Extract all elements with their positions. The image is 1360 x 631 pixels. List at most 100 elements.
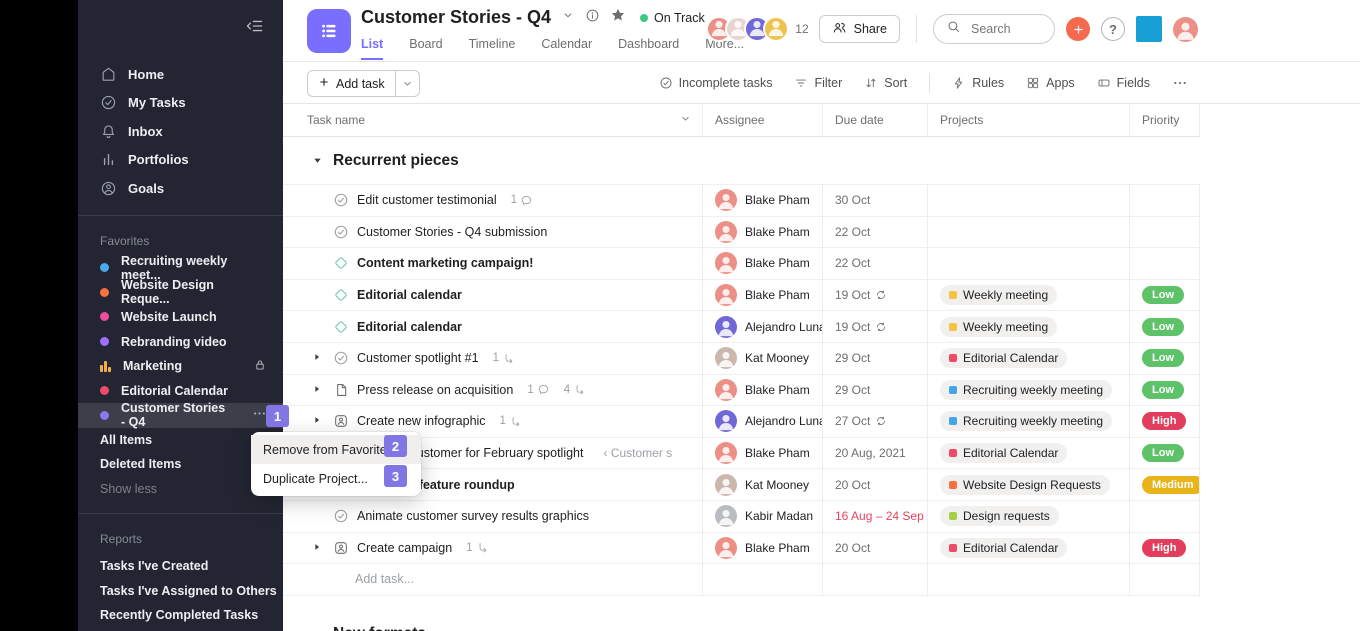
task-name[interactable]: Customer spotlight #1 bbox=[357, 351, 479, 365]
project-pill[interactable]: Editorial Calendar bbox=[940, 538, 1067, 558]
project-cell[interactable]: Weekly meeting bbox=[928, 311, 1130, 342]
toolbar-apps[interactable]: Apps bbox=[1026, 76, 1075, 90]
task-name[interactable]: Editorial calendar bbox=[357, 288, 462, 302]
project-pill[interactable]: Weekly meeting bbox=[940, 317, 1057, 337]
favorite-item-website-launch[interactable]: Website Launch bbox=[78, 305, 283, 330]
assignee-cell[interactable]: Alejandro Luna bbox=[703, 406, 823, 437]
add-task-inline[interactable]: Add task... bbox=[283, 564, 703, 595]
due-date-cell[interactable]: 19 Oct bbox=[823, 311, 928, 342]
expand-subtasks-button[interactable] bbox=[312, 381, 322, 399]
project-cell[interactable]: Design requests bbox=[928, 501, 1130, 532]
toolbar-rules[interactable]: Rules bbox=[952, 76, 1004, 90]
sidebar-item-inbox[interactable]: Inbox bbox=[78, 117, 283, 146]
project-cell[interactable]: Editorial Calendar bbox=[928, 343, 1130, 374]
task-name[interactable]: Edit customer testimonial bbox=[357, 193, 497, 207]
table-row[interactable]: Customer spotlight #11 Kat Mooney 29 Oct… bbox=[283, 343, 1200, 375]
assignee-cell[interactable]: Blake Pham bbox=[703, 375, 823, 406]
table-row[interactable]: Edit customer testimonial1 Blake Pham 30… bbox=[283, 185, 1200, 217]
section-header-new-formats[interactable]: New formats bbox=[283, 610, 1200, 631]
column-header-projects[interactable]: Projects bbox=[928, 104, 1130, 136]
task-type-icon[interactable] bbox=[333, 224, 349, 240]
project-pill[interactable]: Recruiting weekly meeting bbox=[940, 411, 1112, 431]
favorite-star-icon[interactable] bbox=[610, 7, 626, 28]
search-input[interactable] bbox=[969, 21, 1039, 37]
task-type-icon[interactable] bbox=[333, 255, 349, 271]
project-cell[interactable]: Recruiting weekly meeting bbox=[928, 375, 1130, 406]
due-date-cell[interactable]: 20 Oct bbox=[823, 469, 928, 500]
task-type-icon[interactable] bbox=[333, 192, 349, 208]
favorite-item-editorial-calendar[interactable]: Editorial Calendar bbox=[78, 378, 283, 403]
priority-cell[interactable]: Low bbox=[1130, 375, 1200, 406]
priority-cell[interactable]: Low bbox=[1130, 438, 1200, 469]
priority-cell[interactable]: High bbox=[1130, 533, 1200, 564]
assignee-cell[interactable]: Kat Mooney bbox=[703, 343, 823, 374]
project-pill[interactable]: Recruiting weekly meeting bbox=[940, 380, 1112, 400]
tab-list[interactable]: List bbox=[361, 37, 383, 60]
toolbar-fields[interactable]: Fields bbox=[1097, 76, 1150, 90]
sidebar-item-goals[interactable]: Goals bbox=[78, 174, 283, 203]
due-date-cell[interactable]: 20 Oct bbox=[823, 533, 928, 564]
assignee-cell[interactable]: Blake Pham bbox=[703, 280, 823, 311]
expand-subtasks-button[interactable] bbox=[312, 349, 322, 367]
project-pill[interactable]: Design requests bbox=[940, 506, 1059, 526]
chevron-down-icon[interactable] bbox=[679, 112, 692, 128]
create-button[interactable] bbox=[1066, 17, 1090, 41]
sidebar-item-my-tasks[interactable]: My Tasks bbox=[78, 89, 283, 118]
task-type-icon[interactable] bbox=[333, 350, 349, 366]
tab-board[interactable]: Board bbox=[409, 37, 442, 60]
favorite-item-website-design-reque[interactable]: Website Design Reque... bbox=[78, 280, 283, 305]
add-task-dropdown[interactable] bbox=[395, 71, 419, 96]
project-pill[interactable]: Website Design Requests bbox=[940, 475, 1110, 495]
table-row[interactable]: Editorial calendar Alejandro Luna 19 Oct… bbox=[283, 311, 1200, 343]
favorite-item-customer-stories-q4[interactable]: Customer Stories - Q4 bbox=[78, 403, 283, 428]
priority-cell[interactable]: Medium bbox=[1130, 469, 1200, 500]
table-row[interactable]: Customer Stories - Q4 submission Blake P… bbox=[283, 217, 1200, 249]
assignee-cell[interactable]: Kat Mooney bbox=[703, 469, 823, 500]
column-header-due-date[interactable]: Due date bbox=[823, 104, 928, 136]
project-cell[interactable]: Editorial Calendar bbox=[928, 438, 1130, 469]
column-header-priority[interactable]: Priority bbox=[1130, 104, 1200, 136]
column-header-task-name[interactable]: Task name bbox=[283, 104, 703, 136]
assignee-cell[interactable]: Blake Pham bbox=[703, 533, 823, 564]
report-item-recently-completed-tasks[interactable]: Recently Completed Tasks bbox=[78, 603, 283, 628]
share-button[interactable]: Share bbox=[819, 15, 900, 43]
project-pill[interactable]: Weekly meeting bbox=[940, 285, 1057, 305]
assignee-cell[interactable]: Blake Pham bbox=[703, 438, 823, 469]
task-name[interactable]: Create campaign bbox=[357, 541, 452, 555]
due-date-cell[interactable]: 16 Aug – 24 Sep bbox=[823, 501, 928, 532]
task-name[interactable]: Editorial calendar bbox=[357, 320, 462, 334]
expand-subtasks-button[interactable] bbox=[312, 412, 322, 430]
project-cell[interactable]: Weekly meeting bbox=[928, 280, 1130, 311]
priority-cell[interactable]: Low bbox=[1130, 280, 1200, 311]
project-pill[interactable]: Editorial Calendar bbox=[940, 348, 1067, 368]
workspace-square-icon[interactable] bbox=[1136, 16, 1162, 42]
project-cell[interactable] bbox=[928, 217, 1130, 248]
due-date-cell[interactable]: 27 Oct bbox=[823, 406, 928, 437]
project-cell[interactable] bbox=[928, 248, 1130, 279]
expand-subtasks-button[interactable] bbox=[312, 539, 322, 557]
toolbar-filter[interactable]: Filter bbox=[794, 76, 842, 90]
due-date-cell[interactable]: 20 Aug, 2021 bbox=[823, 438, 928, 469]
priority-cell[interactable]: Low bbox=[1130, 311, 1200, 342]
due-date-cell[interactable]: 29 Oct bbox=[823, 343, 928, 374]
table-row[interactable]: Content marketing campaign! Blake Pham 2… bbox=[283, 248, 1200, 280]
report-item-tasks-i-ve-assigned-to-others[interactable]: Tasks I've Assigned to Others bbox=[78, 579, 283, 604]
project-cell[interactable] bbox=[928, 185, 1130, 216]
collapse-sidebar-button[interactable] bbox=[245, 16, 265, 41]
project-pill[interactable]: Editorial Calendar bbox=[940, 443, 1067, 463]
table-row[interactable]: Press release on acquisition14 Blake Pha… bbox=[283, 375, 1200, 407]
task-type-icon[interactable] bbox=[333, 382, 349, 398]
task-name[interactable]: Content marketing campaign! bbox=[357, 256, 533, 270]
project-cell[interactable]: Website Design Requests bbox=[928, 469, 1130, 500]
priority-cell[interactable]: Low bbox=[1130, 343, 1200, 374]
search-box[interactable] bbox=[933, 14, 1055, 44]
user-avatar[interactable] bbox=[1173, 17, 1198, 42]
task-name[interactable]: Create new infographic bbox=[357, 414, 486, 428]
assignee-cell[interactable]: Alejandro Luna bbox=[703, 311, 823, 342]
task-type-icon[interactable] bbox=[333, 508, 349, 524]
project-cell[interactable]: Editorial Calendar bbox=[928, 533, 1130, 564]
favorite-item-rebranding-video[interactable]: Rebranding video bbox=[78, 329, 283, 354]
status-badge[interactable]: On Track bbox=[640, 11, 705, 25]
favorite-item-marketing[interactable]: Marketing bbox=[78, 354, 283, 379]
task-name[interactable]: Press release on acquisition bbox=[357, 383, 513, 397]
